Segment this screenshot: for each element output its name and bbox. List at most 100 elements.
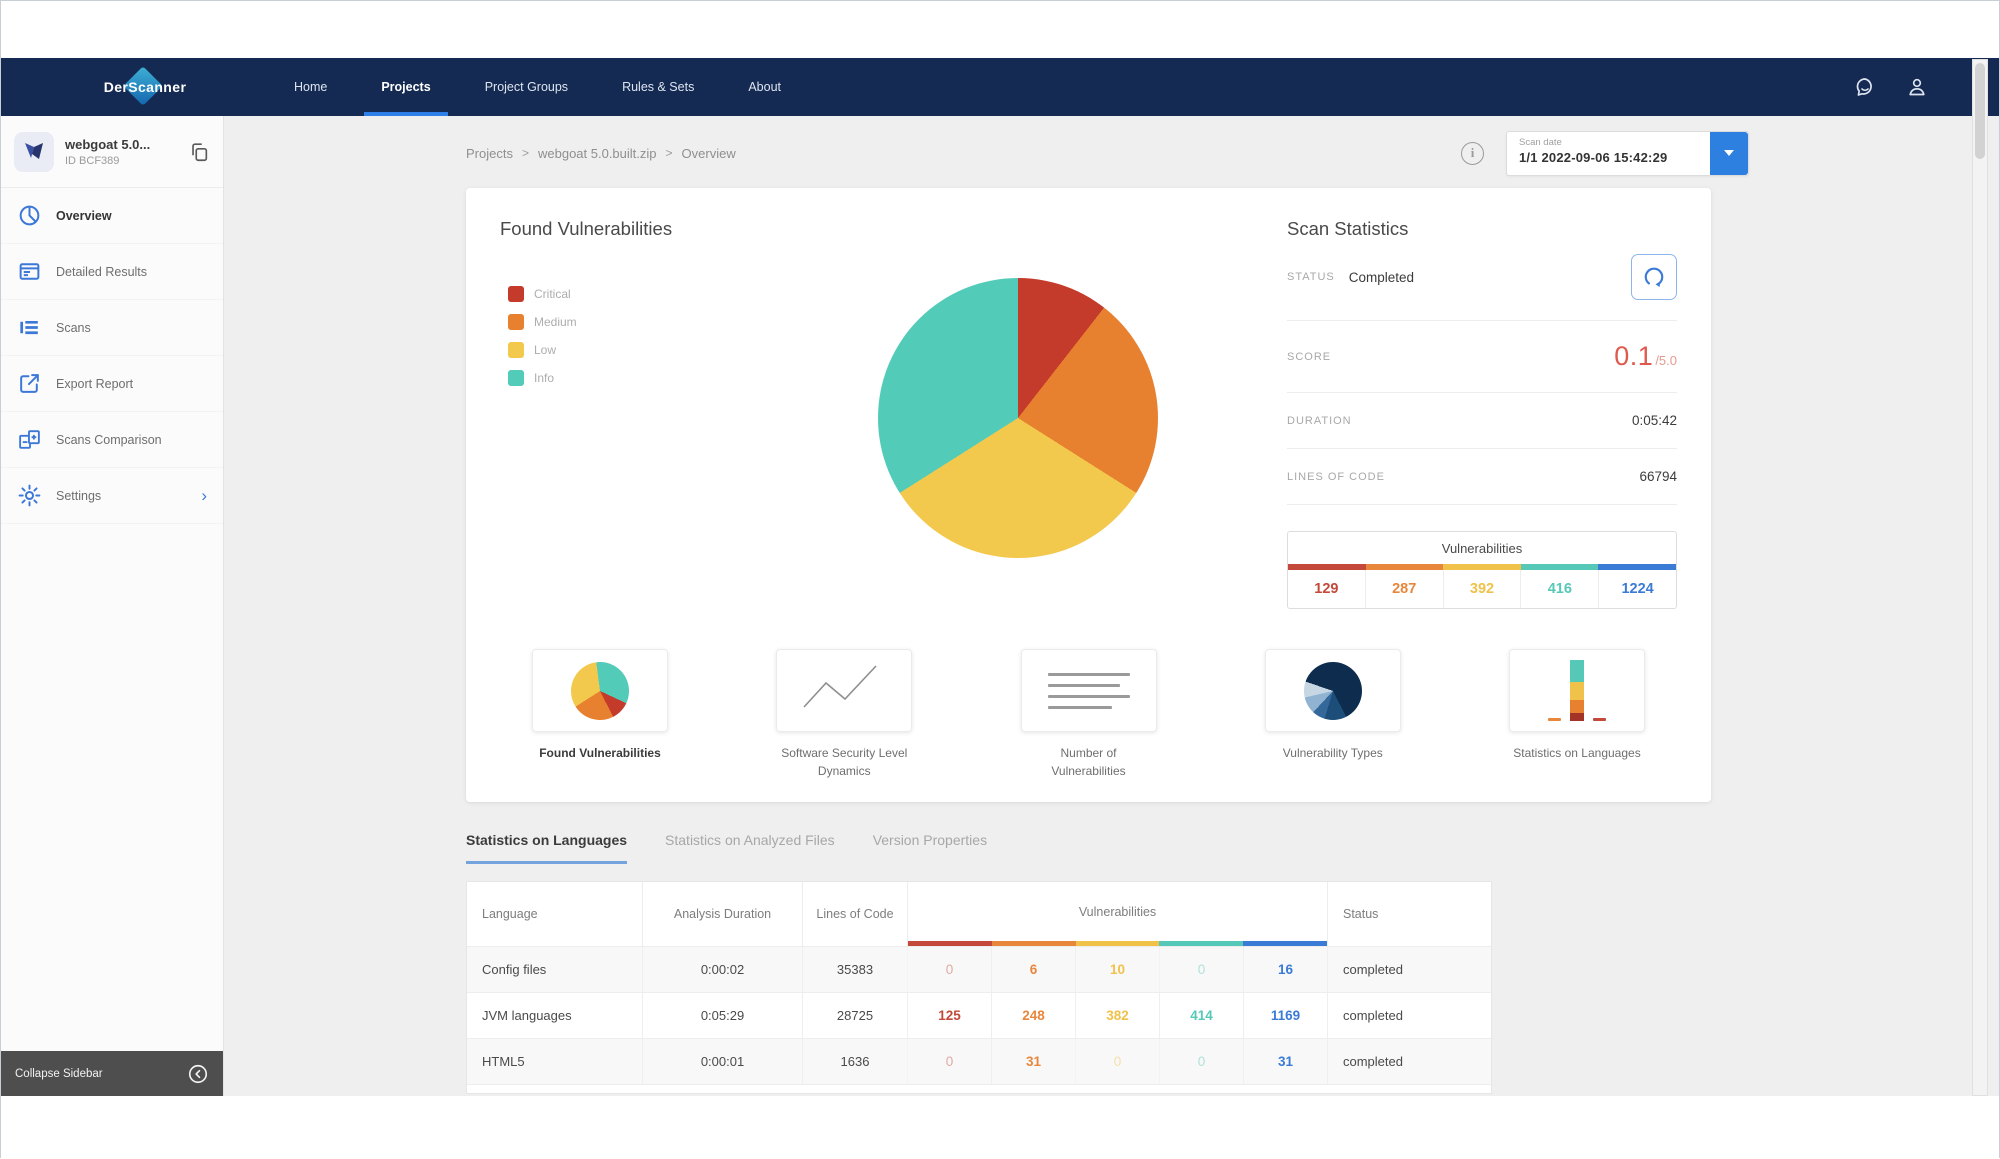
scan-statistics-title: Scan Statistics <box>1287 218 1677 240</box>
scan-statistics-panel: Scan Statistics STATUS Completed <box>1287 218 1677 609</box>
project-meta: webgoat 5.0... ID BCF389 <box>65 137 188 167</box>
pie-legend: Critical Medium Low Info <box>508 286 668 558</box>
found-vulnerabilities-panel: Found Vulnerabilities Critical Medium Low I… <box>500 218 1287 609</box>
breadcrumb: Projects>webgoat 5.0.built.zip>Overview <box>466 146 736 161</box>
legend-label: Medium <box>534 315 577 329</box>
breadcrumb-projects[interactable]: Projects <box>466 146 513 161</box>
tab-version-properties[interactable]: Version Properties <box>873 832 987 864</box>
table-row: HTML50:00:0116360310031completed <box>467 1038 1491 1084</box>
sidebar-item-label: Scans <box>56 321 91 335</box>
table-row: JVM languages0:05:2928725125248382414116… <box>467 992 1491 1038</box>
cell-vulnerability-count: 414 <box>1159 993 1243 1038</box>
top-navbar: DerScanner HomeProjectsProject GroupsRul… <box>1 58 1999 116</box>
cell-vulnerability-count: 16 <box>1243 947 1327 992</box>
mini-list-line <box>1048 684 1120 687</box>
cell-analysis-duration: 0:00:01 <box>642 1039 802 1084</box>
chevron-right-icon: › <box>201 487 207 504</box>
status-value: Completed <box>1349 270 1414 285</box>
sidebar-item-scans[interactable]: Scans <box>1 300 223 356</box>
collapse-sidebar-button[interactable]: Collapse Sidebar <box>1 1051 223 1096</box>
brand-name: DerScanner <box>104 79 187 95</box>
sidebar-item-settings[interactable]: Settings› <box>1 468 223 524</box>
scrollbar[interactable] <box>1972 59 1988 1096</box>
table-header-row: LanguageAnalysis DurationLines of CodeVu… <box>467 882 1491 946</box>
card-top: Found Vulnerabilities Critical Medium Low I… <box>500 218 1677 609</box>
sidebar-item-overview[interactable]: Overview <box>1 188 223 244</box>
severity-bar-segment <box>1076 941 1160 946</box>
detailed-results-icon <box>17 259 42 284</box>
carousel-item-vulnerability-types[interactable]: Vulnerability Types <box>1233 649 1433 780</box>
scan-date-selector[interactable]: Scan date 1/1 2022-09-06 15:42:29 <box>1506 131 1749 176</box>
page-top-margin <box>1 1 1999 58</box>
cell-vulnerability-count: 0 <box>907 1039 991 1084</box>
nav-item-home[interactable]: Home <box>267 58 354 116</box>
carousel-item-label: Vulnerability Types <box>1283 745 1383 762</box>
rescan-button[interactable] <box>1631 254 1677 300</box>
tab-statistics-on-languages[interactable]: Statistics on Languages <box>466 832 627 864</box>
carousel-thumb-line <box>776 649 912 732</box>
carousel-thumb-stacked-bar <box>1509 649 1645 732</box>
nav-item-projects[interactable]: Projects <box>354 58 457 116</box>
brand-logo[interactable]: DerScanner <box>85 58 205 116</box>
app-body: webgoat 5.0... ID BCF389 OverviewDetaile… <box>1 116 1999 1096</box>
cell-analysis-duration: 0:00:02 <box>642 947 802 992</box>
support-chat-icon[interactable] <box>1853 75 1877 99</box>
carousel-item-found-vulnerabilities[interactable]: Found Vulnerabilities <box>500 649 700 780</box>
carousel-item-number-of-vulnerabilities[interactable]: Number of Vulnerabilities <box>989 649 1189 780</box>
score-number: 0.1 <box>1614 341 1653 372</box>
nav-item-rules-sets[interactable]: Rules & Sets <box>595 58 721 116</box>
breadcrumb-webgoat-5-0-built-zip[interactable]: webgoat 5.0.built.zip <box>538 146 657 161</box>
carousel-item-statistics-on-languages[interactable]: Statistics on Languages <box>1477 649 1677 780</box>
settings-icon <box>17 483 42 508</box>
cell-vulnerability-count: 0 <box>1075 1039 1159 1084</box>
export-report-icon <box>17 371 42 396</box>
main-content: Projects>webgoat 5.0.built.zip>Overview … <box>224 116 1999 1096</box>
breadcrumb-separator: > <box>522 146 529 160</box>
cell-vulnerability-count: 125 <box>907 993 991 1038</box>
tab-statistics-on-analyzed-files[interactable]: Statistics on Analyzed Files <box>665 832 835 864</box>
copy-project-id-icon[interactable] <box>188 141 210 163</box>
scrollbar-thumb[interactable] <box>1975 63 1985 159</box>
status-label: STATUS <box>1287 271 1335 283</box>
status-row: STATUS Completed <box>1287 240 1677 321</box>
sidebar-item-scans-comparison[interactable]: Scans Comparison <box>1 412 223 468</box>
nav-item-about[interactable]: About <box>721 58 808 116</box>
cell-vulnerability-count: 1169 <box>1243 993 1327 1038</box>
lines-of-code-row: LINES OF CODE 66794 <box>1287 449 1677 505</box>
severity-count: 392 <box>1443 570 1521 608</box>
sidebar-item-export-report[interactable]: Export Report <box>1 356 223 412</box>
sidebar-menu: OverviewDetailed Results Scans Export Repo… <box>1 188 223 1051</box>
user-account-icon[interactable] <box>1905 75 1929 99</box>
legend-item-low: Low <box>508 342 668 358</box>
cell-status: completed <box>1327 1039 1492 1084</box>
table-row: Config files0:00:02353830610016completed <box>467 946 1491 992</box>
legend-item-info: Info <box>508 370 668 386</box>
sidebar-item-detailed-results[interactable]: Detailed Results <box>1 244 223 300</box>
legend-swatch-critical <box>508 286 524 302</box>
severity-bar-segment <box>908 941 992 946</box>
tabs-bar: Statistics on Languages Statistics on Ana… <box>466 832 1999 864</box>
mini-stack-segment <box>1570 660 1584 682</box>
carousel-item-software-security-level-dynamics[interactable]: Software Security Level Dynamics <box>744 649 944 780</box>
vulnerabilities-header-label: Vulnerabilities <box>908 882 1327 941</box>
scan-date-dropdown-button[interactable] <box>1710 132 1748 175</box>
cell-lines-of-code: 1636 <box>802 1039 907 1084</box>
nav-item-project-groups[interactable]: Project Groups <box>458 58 595 116</box>
cell-vulnerability-count: 0 <box>907 947 991 992</box>
vulnerabilities-summary-box: Vulnerabilities 1292873924161224 <box>1287 531 1677 609</box>
found-vulnerabilities-chart: Critical Medium Low Info <box>500 286 1287 558</box>
cell-status: completed <box>1327 993 1492 1038</box>
overview-card: Found Vulnerabilities Critical Medium Low I… <box>466 188 1711 802</box>
found-vulnerabilities-title: Found Vulnerabilities <box>500 218 1287 240</box>
mini-stack-segment <box>1570 713 1584 721</box>
mini-pie-chart-icon <box>561 652 638 729</box>
vulnerabilities-header-bar <box>908 941 1327 946</box>
scan-date-label: Scan date <box>1519 137 1710 148</box>
score-label: SCORE <box>1287 351 1331 363</box>
severity-bar-segment <box>1243 941 1327 946</box>
vulnerabilities-pie-chart[interactable] <box>878 278 1158 558</box>
scans-comparison-icon <box>17 427 42 452</box>
column-header-lines-of-code: Lines of Code <box>802 882 907 946</box>
legend-item-critical: Critical <box>508 286 668 302</box>
info-icon[interactable]: i <box>1461 142 1484 165</box>
